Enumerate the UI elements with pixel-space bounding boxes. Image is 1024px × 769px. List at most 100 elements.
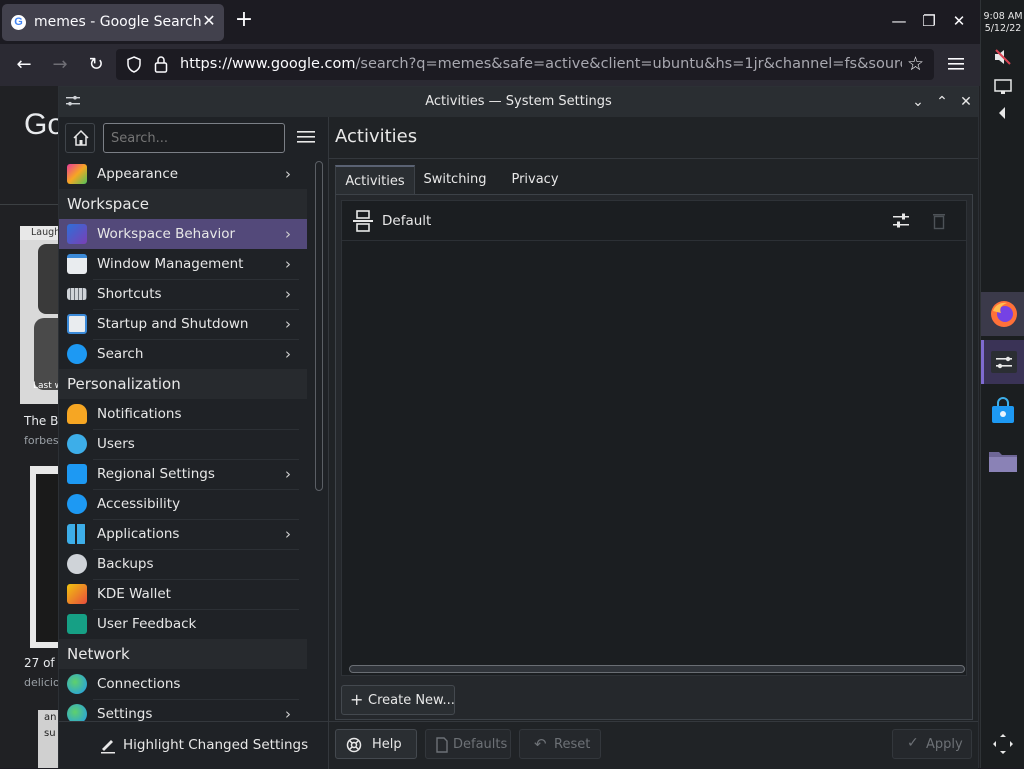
sidebar-item-shortcuts[interactable]: Shortcuts ›	[59, 279, 307, 309]
sidebar-item-search[interactable]: Search ›	[59, 339, 307, 369]
create-new-button[interactable]: + Create New...	[341, 685, 455, 715]
sidebar-item-applications[interactable]: Applications ›	[59, 519, 307, 549]
defaults-button[interactable]: Defaults	[425, 729, 511, 759]
sidebar-item-connections[interactable]: Connections	[59, 669, 307, 699]
sidebar-item-kde-wallet[interactable]: KDE Wallet	[59, 579, 307, 609]
minimize-window-icon[interactable]: ⌄	[908, 92, 928, 112]
reset-undo-icon: ↶	[534, 735, 547, 753]
sidebar-item-label: Search	[97, 346, 144, 362]
chevron-right-icon: ›	[285, 465, 291, 483]
globe-icon	[67, 674, 87, 694]
list-item[interactable]: Default	[342, 201, 966, 241]
sidebar-item-users[interactable]: Users	[59, 429, 307, 459]
url-bar[interactable]: https://www.google.com/search?q=memes&sa…	[116, 49, 934, 80]
delete-activity-icon[interactable]	[932, 212, 946, 230]
horizontal-scrollbar[interactable]	[349, 665, 965, 673]
chevron-right-icon: ›	[285, 255, 291, 273]
maximize-window-icon[interactable]: ⌃	[932, 92, 952, 112]
help-label: Help	[372, 737, 402, 752]
settings-content: Activities Activities Switching Privacy …	[329, 117, 978, 769]
sidebar-item-appearance[interactable]: Appearance ›	[59, 159, 307, 189]
tab-switching[interactable]: Switching	[417, 165, 493, 195]
bookmark-star-icon[interactable]: ☆	[907, 53, 924, 75]
sidebar-item-label: Backups	[97, 556, 154, 572]
sidebar-item-accessibility[interactable]: Accessibility	[59, 489, 307, 519]
restore-icon[interactable]: ❐	[920, 12, 938, 30]
browser-tab[interactable]: G memes - Google Search ✕	[2, 4, 224, 41]
firefox-task[interactable]	[981, 292, 1024, 336]
minimize-icon[interactable]: —	[890, 12, 908, 30]
divider	[329, 158, 978, 159]
defaults-label: Defaults	[453, 737, 508, 752]
sidebar-item-user-feedback[interactable]: User Feedback	[59, 609, 307, 639]
accessibility-icon	[67, 494, 87, 514]
discover-task[interactable]	[981, 390, 1024, 434]
sidebar-item-label: Users	[97, 436, 135, 452]
chevron-right-icon: ›	[285, 525, 291, 543]
appearance-icon	[67, 164, 87, 184]
browser-tab-strip: G memes - Google Search ✕ + — ❐ ✕	[0, 0, 980, 44]
result-image[interactable]	[30, 466, 58, 648]
clock-time[interactable]: 9:08 AM	[981, 11, 1024, 22]
panel-config-icon[interactable]	[991, 732, 1015, 756]
sidebar-scrollbar[interactable]	[315, 161, 323, 491]
close-tab-icon[interactable]: ✕	[200, 12, 218, 30]
sidebar-item-label: Shortcuts	[97, 286, 162, 302]
highlight-pen-icon	[101, 740, 115, 754]
sidebar-item-notifications[interactable]: Notifications	[59, 399, 307, 429]
section-header-workspace: Workspace	[59, 189, 307, 219]
reset-button[interactable]: ↶ Reset	[519, 729, 601, 759]
folder-icon	[989, 452, 1017, 472]
result-image-caption: Laugh	[31, 227, 61, 238]
activity-name: Default	[382, 213, 432, 229]
browser-menu-icon[interactable]	[948, 57, 964, 71]
shield-icon[interactable]	[126, 56, 142, 73]
google-favicon-icon: G	[11, 15, 26, 30]
new-tab-button[interactable]: +	[234, 9, 254, 31]
sidebar-item-label: KDE Wallet	[97, 586, 171, 602]
result-image[interactable]: Laugh Last w	[20, 226, 62, 404]
firefox-icon	[991, 301, 1017, 327]
hamburger-menu-icon[interactable]	[297, 129, 315, 145]
forward-icon[interactable]: →	[50, 55, 70, 75]
help-button[interactable]: Help	[335, 729, 417, 759]
sidebar-item-label: Connections	[97, 676, 181, 692]
tab-activities[interactable]: Activities	[335, 165, 415, 195]
system-settings-task[interactable]	[981, 340, 1024, 384]
configure-activity-icon[interactable]	[892, 213, 910, 229]
sidebar-item-window-management[interactable]: Window Management ›	[59, 249, 307, 279]
reset-label: Reset	[554, 737, 591, 752]
plus-icon: +	[350, 690, 364, 709]
result-source: forbes	[24, 434, 59, 447]
home-button[interactable]	[65, 123, 95, 153]
sidebar-item-regional-settings[interactable]: Regional Settings ›	[59, 459, 307, 489]
result-image[interactable]: an su	[38, 710, 58, 768]
window-title: Activities — System Settings	[425, 94, 612, 109]
file-manager-task[interactable]	[981, 440, 1024, 484]
close-window-button[interactable]: ✕	[956, 92, 976, 112]
display-icon[interactable]	[993, 78, 1013, 96]
volume-muted-icon[interactable]	[993, 48, 1013, 66]
reload-icon[interactable]: ↻	[86, 55, 106, 75]
apply-button[interactable]: ✓ Apply	[892, 729, 972, 759]
keyboard-icon	[67, 288, 87, 300]
section-label: Personalization	[67, 375, 181, 393]
divider	[329, 721, 978, 722]
chevron-right-icon: ›	[285, 285, 291, 303]
search-input[interactable]	[103, 123, 285, 153]
lock-icon[interactable]	[154, 55, 168, 73]
url-text: https://www.google.com/search?q=memes&sa…	[180, 56, 902, 72]
applications-icon	[67, 524, 87, 544]
window-titlebar[interactable]: Activities — System Settings ⌄ ⌃ ✕	[59, 87, 978, 117]
sidebar-item-startup-shutdown[interactable]: Startup and Shutdown ›	[59, 309, 307, 339]
sidebar-item-backups[interactable]: Backups	[59, 549, 307, 579]
close-window-icon[interactable]: ✕	[950, 12, 968, 30]
back-icon[interactable]: ←	[14, 55, 34, 75]
tab-privacy[interactable]: Privacy	[501, 165, 569, 195]
section-header-network: Network	[59, 639, 307, 669]
sidebar-item-workspace-behavior[interactable]: Workspace Behavior ›	[59, 219, 307, 249]
highlight-changed-settings-button[interactable]: Highlight Changed Settings	[99, 730, 308, 760]
settings-category-list: Appearance › Workspace Workspace Behavio…	[59, 159, 309, 729]
expand-tray-icon[interactable]	[997, 106, 1007, 120]
clock-date[interactable]: 5/12/22	[981, 23, 1024, 34]
